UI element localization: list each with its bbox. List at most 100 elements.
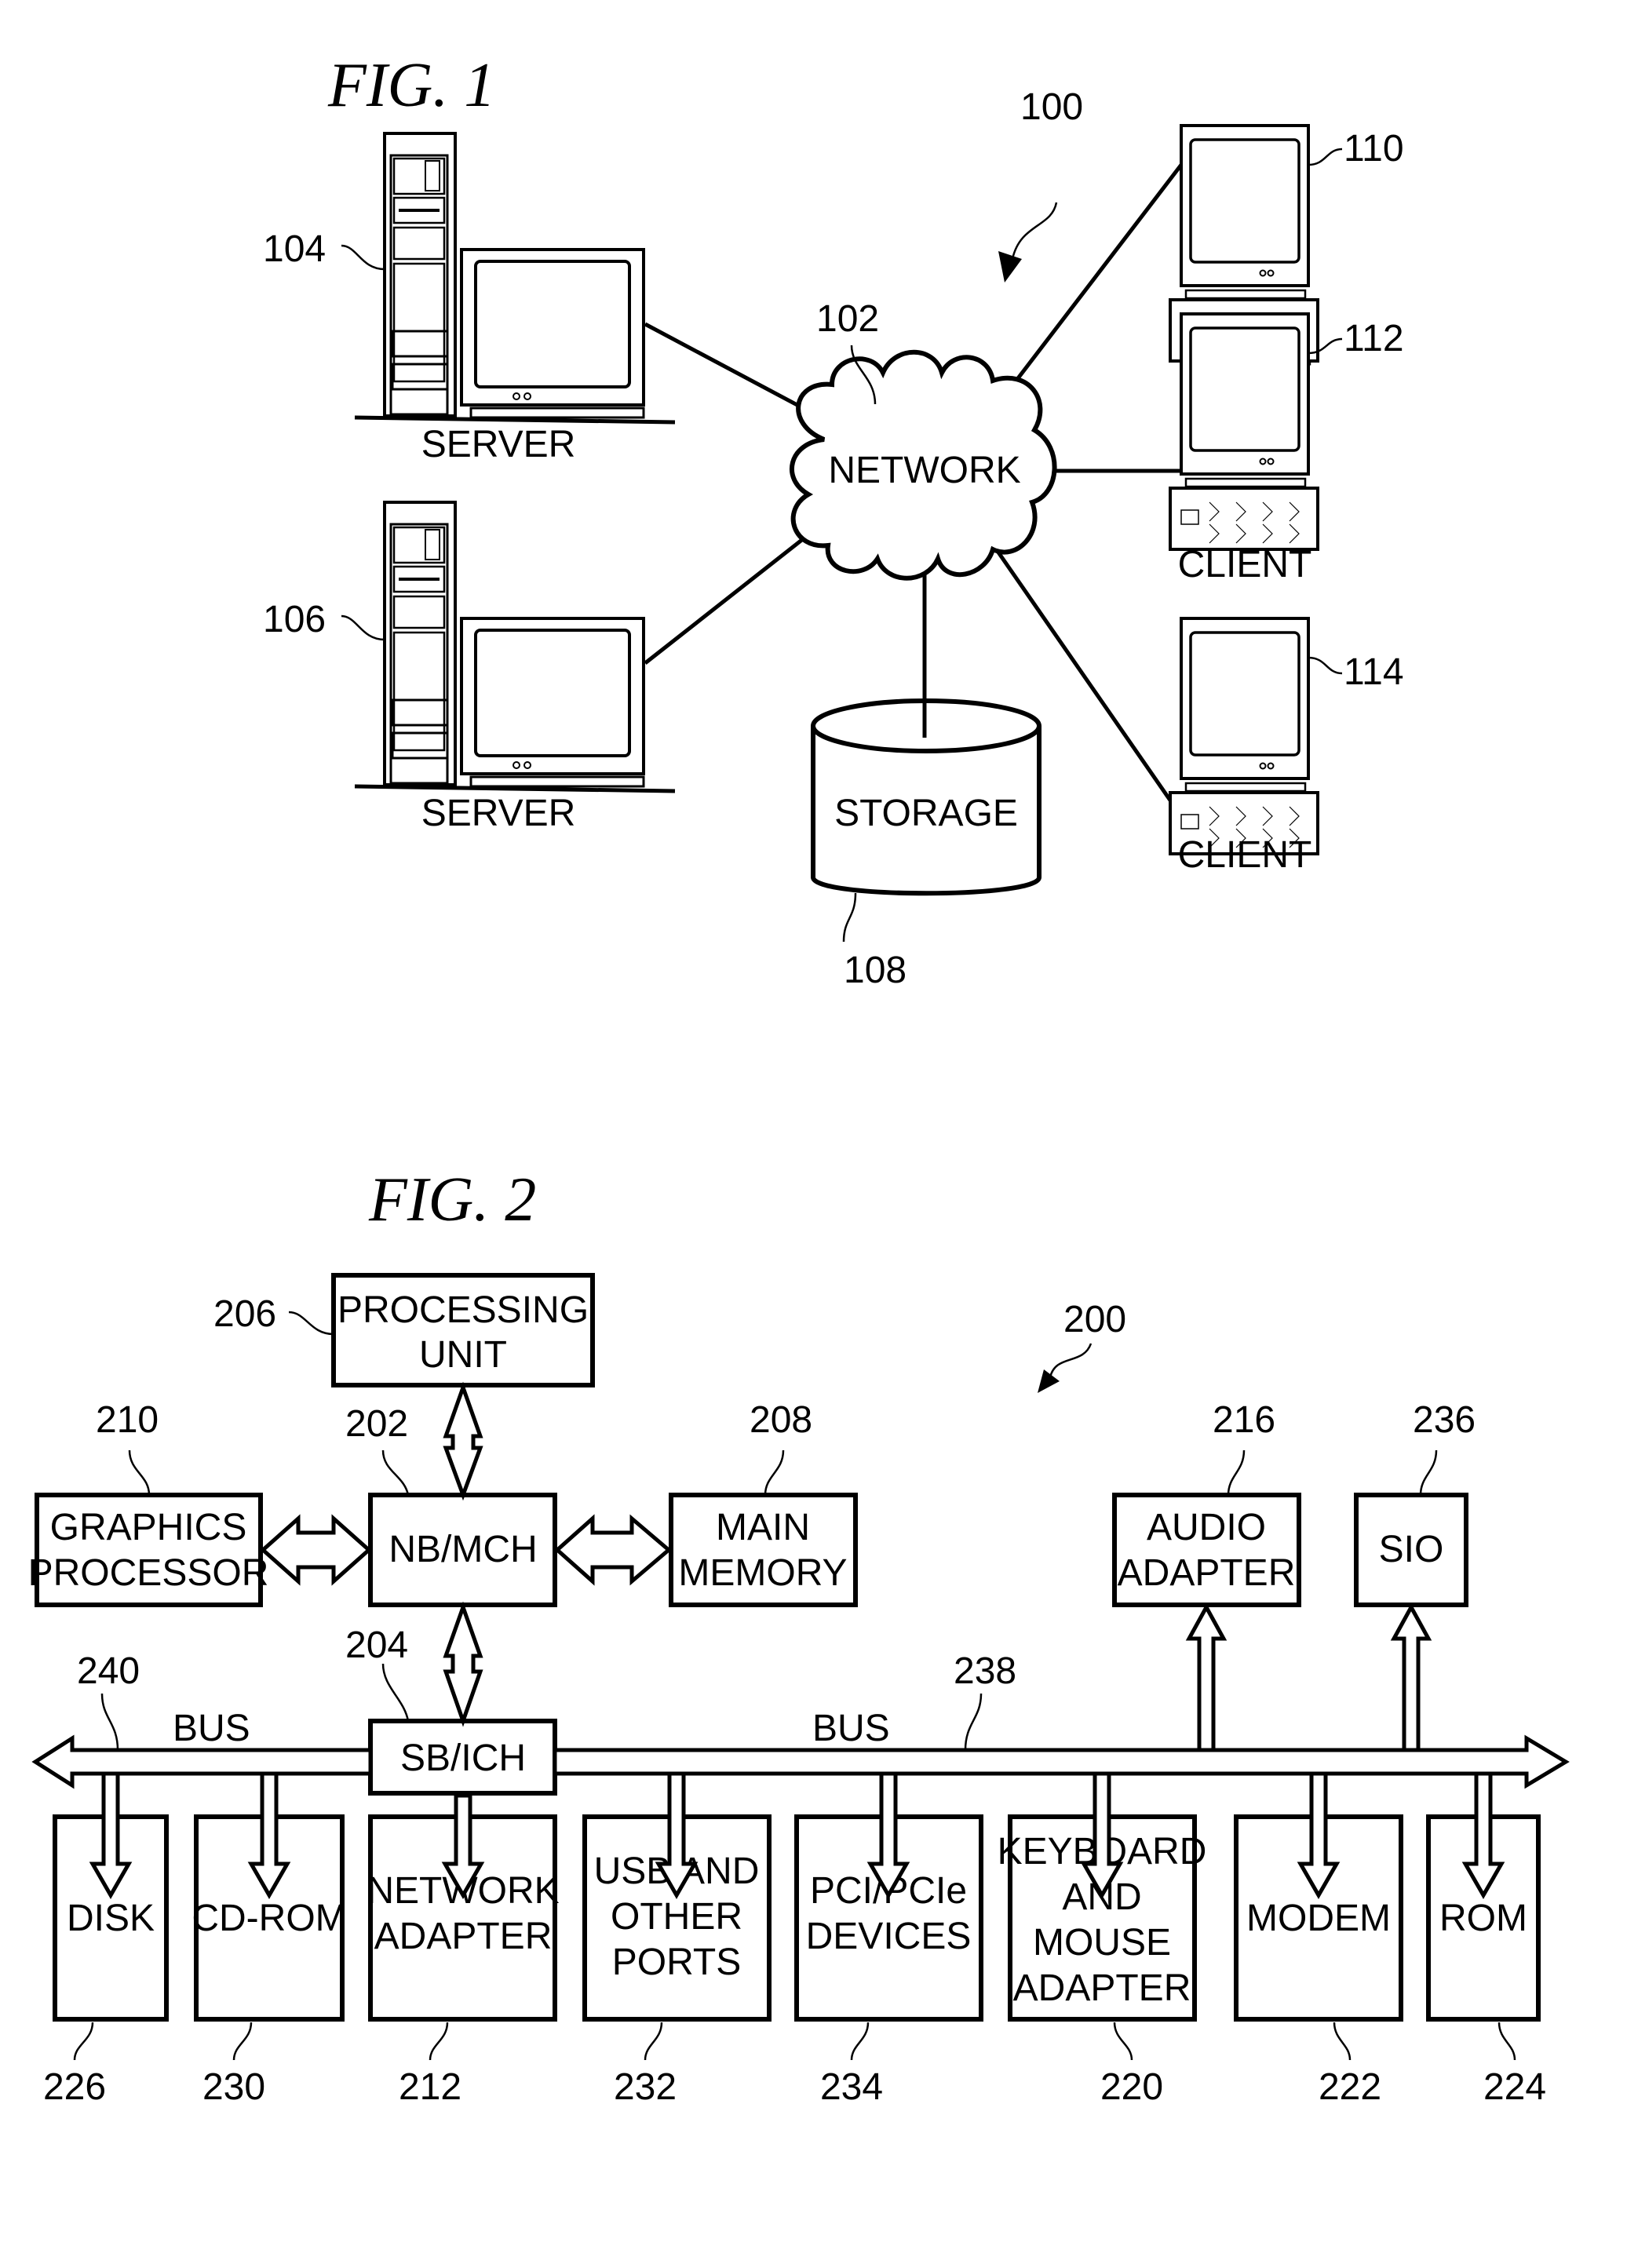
client-icon — [1169, 312, 1319, 551]
link-server-106 — [644, 526, 819, 665]
sb-ich-label: SB/ICH — [400, 1737, 526, 1779]
cd-rom-ref: 230 — [202, 2066, 265, 2108]
server-104-ref: 104 — [263, 228, 326, 270]
bus-238-label: BUS — [812, 1708, 890, 1749]
figure-2: FIG. 2 200 PROCESSING UNIT 206 NB/MCH 20… — [28, 1165, 1570, 2108]
client-112-ref: 112 — [1344, 318, 1404, 359]
client-114[interactable] — [1169, 617, 1319, 855]
storage-ref: 108 — [844, 950, 907, 991]
audio-ref: 216 — [1213, 1399, 1275, 1441]
processing-unit-ref: 206 — [213, 1293, 276, 1335]
nb-mch-ref: 202 — [345, 1403, 408, 1445]
client-112[interactable] — [1169, 312, 1319, 551]
client-114-leader — [1308, 656, 1343, 675]
fig1-title: FIG. 1 — [327, 51, 495, 120]
patent-drawing-sheet: FIG. 1 100 NETWORK 102 104 SERVER 106 SE… — [28, 51, 1570, 2108]
system-ref-200: 200 — [1063, 1299, 1126, 1340]
arrowhead-icon — [1038, 1369, 1060, 1393]
usb-ref: 232 — [614, 2066, 677, 2108]
network-adapter-leader — [429, 2022, 449, 2061]
server-104-leader — [341, 244, 385, 271]
sb-ich-ref: 204 — [345, 1624, 408, 1666]
disk-ref: 226 — [43, 2066, 106, 2108]
storage-label: STORAGE — [834, 793, 1018, 834]
pci-line2: DEVICES — [806, 1916, 972, 1957]
cd-rom-leader — [232, 2022, 253, 2061]
server-icon — [355, 502, 675, 791]
client-114-label: CLIENT — [1178, 834, 1312, 876]
rom-ref: 224 — [1483, 2066, 1546, 2108]
modem-leader — [1333, 2022, 1352, 2061]
disk-label: DISK — [67, 1898, 155, 1939]
bus-to-sio-arrow — [1390, 1603, 1432, 1752]
arrowhead-icon — [998, 251, 1022, 283]
system-ref-100: 100 — [1020, 86, 1083, 128]
sb-ich-leader — [381, 1663, 410, 1722]
pci-ref: 234 — [820, 2066, 883, 2108]
audio-leader — [1227, 1449, 1246, 1496]
network-ref: 102 — [816, 298, 879, 340]
bus-238-leader — [964, 1693, 983, 1751]
main-memory-line2: MEMORY — [678, 1552, 847, 1594]
processing-unit-line2: UNIT — [419, 1334, 507, 1376]
figure-1: FIG. 1 100 NETWORK 102 104 SERVER 106 SE… — [263, 51, 1404, 991]
nb-mem-double-arrow — [554, 1514, 672, 1586]
bus-238-ref: 238 — [954, 1650, 1016, 1692]
gp-nb-double-arrow — [260, 1514, 372, 1586]
sio-leader — [1419, 1449, 1438, 1496]
sio-ref: 236 — [1413, 1399, 1476, 1441]
server-104[interactable] — [355, 133, 675, 422]
graphics-line1: GRAPHICS — [50, 1507, 247, 1548]
link-server-104 — [644, 322, 819, 418]
kbd-leader — [1113, 2022, 1133, 2061]
rom-label: ROM — [1439, 1898, 1527, 1939]
server-icon — [355, 133, 675, 422]
pci-leader — [850, 2022, 870, 2061]
link-client-110 — [994, 163, 1183, 410]
client-112-label: CLIENT — [1178, 544, 1312, 585]
server-104-label: SERVER — [421, 424, 576, 465]
usb-line2: OTHER — [611, 1896, 742, 1938]
system-200-leader — [1049, 1343, 1093, 1378]
audio-line2: ADAPTER — [1118, 1552, 1296, 1594]
bus-240-label: BUS — [173, 1708, 250, 1749]
storage-leader — [842, 892, 857, 943]
main-memory-ref: 208 — [750, 1399, 812, 1441]
graphics-leader — [128, 1449, 151, 1496]
processing-unit-leader — [288, 1311, 334, 1336]
network-adapter-ref: 212 — [399, 2066, 461, 2108]
main-memory-leader — [764, 1449, 785, 1496]
usb-leader — [644, 2022, 663, 2061]
cd-rom-label: CD-ROM — [192, 1898, 346, 1939]
kbd-line4: ADAPTER — [1013, 1967, 1191, 2009]
usb-line3: PORTS — [612, 1942, 741, 1983]
kbd-ref: 220 — [1100, 2066, 1163, 2108]
fig2-title: FIG. 2 — [368, 1165, 536, 1234]
server-106-ref: 106 — [263, 599, 326, 640]
audio-line1: AUDIO — [1147, 1507, 1266, 1548]
client-icon — [1169, 617, 1319, 855]
processing-unit-line1: PROCESSING — [337, 1289, 589, 1331]
main-memory-line1: MAIN — [716, 1507, 810, 1548]
graphics-ref: 210 — [96, 1399, 159, 1441]
sio-label: SIO — [1379, 1529, 1444, 1570]
modem-label: MODEM — [1246, 1898, 1391, 1939]
bus-240-leader — [100, 1693, 119, 1751]
nb-mch-leader — [381, 1449, 410, 1496]
disk-leader — [73, 2022, 94, 2061]
device-row: DISK 226 CD-ROM 230 NETWORK ADAPTER 212 … — [43, 1771, 1546, 2108]
client-110-leader — [1308, 148, 1343, 166]
client-114-ref: 114 — [1344, 651, 1404, 693]
rom-leader — [1497, 2022, 1516, 2061]
server-106-label: SERVER — [421, 793, 576, 834]
server-106[interactable] — [355, 502, 675, 791]
graphics-line2: PROCESSOR — [28, 1552, 269, 1594]
pu-nb-double-arrow — [443, 1381, 483, 1501]
network-label: NETWORK — [828, 450, 1020, 491]
server-106-leader — [341, 614, 385, 641]
network-adapter-line2: ADAPTER — [374, 1916, 553, 1957]
bus-240-ref: 240 — [77, 1650, 140, 1692]
system-100-leader — [1011, 202, 1058, 260]
kbd-line3: MOUSE — [1033, 1922, 1171, 1964]
nb-mch-label: NB/MCH — [389, 1529, 537, 1570]
